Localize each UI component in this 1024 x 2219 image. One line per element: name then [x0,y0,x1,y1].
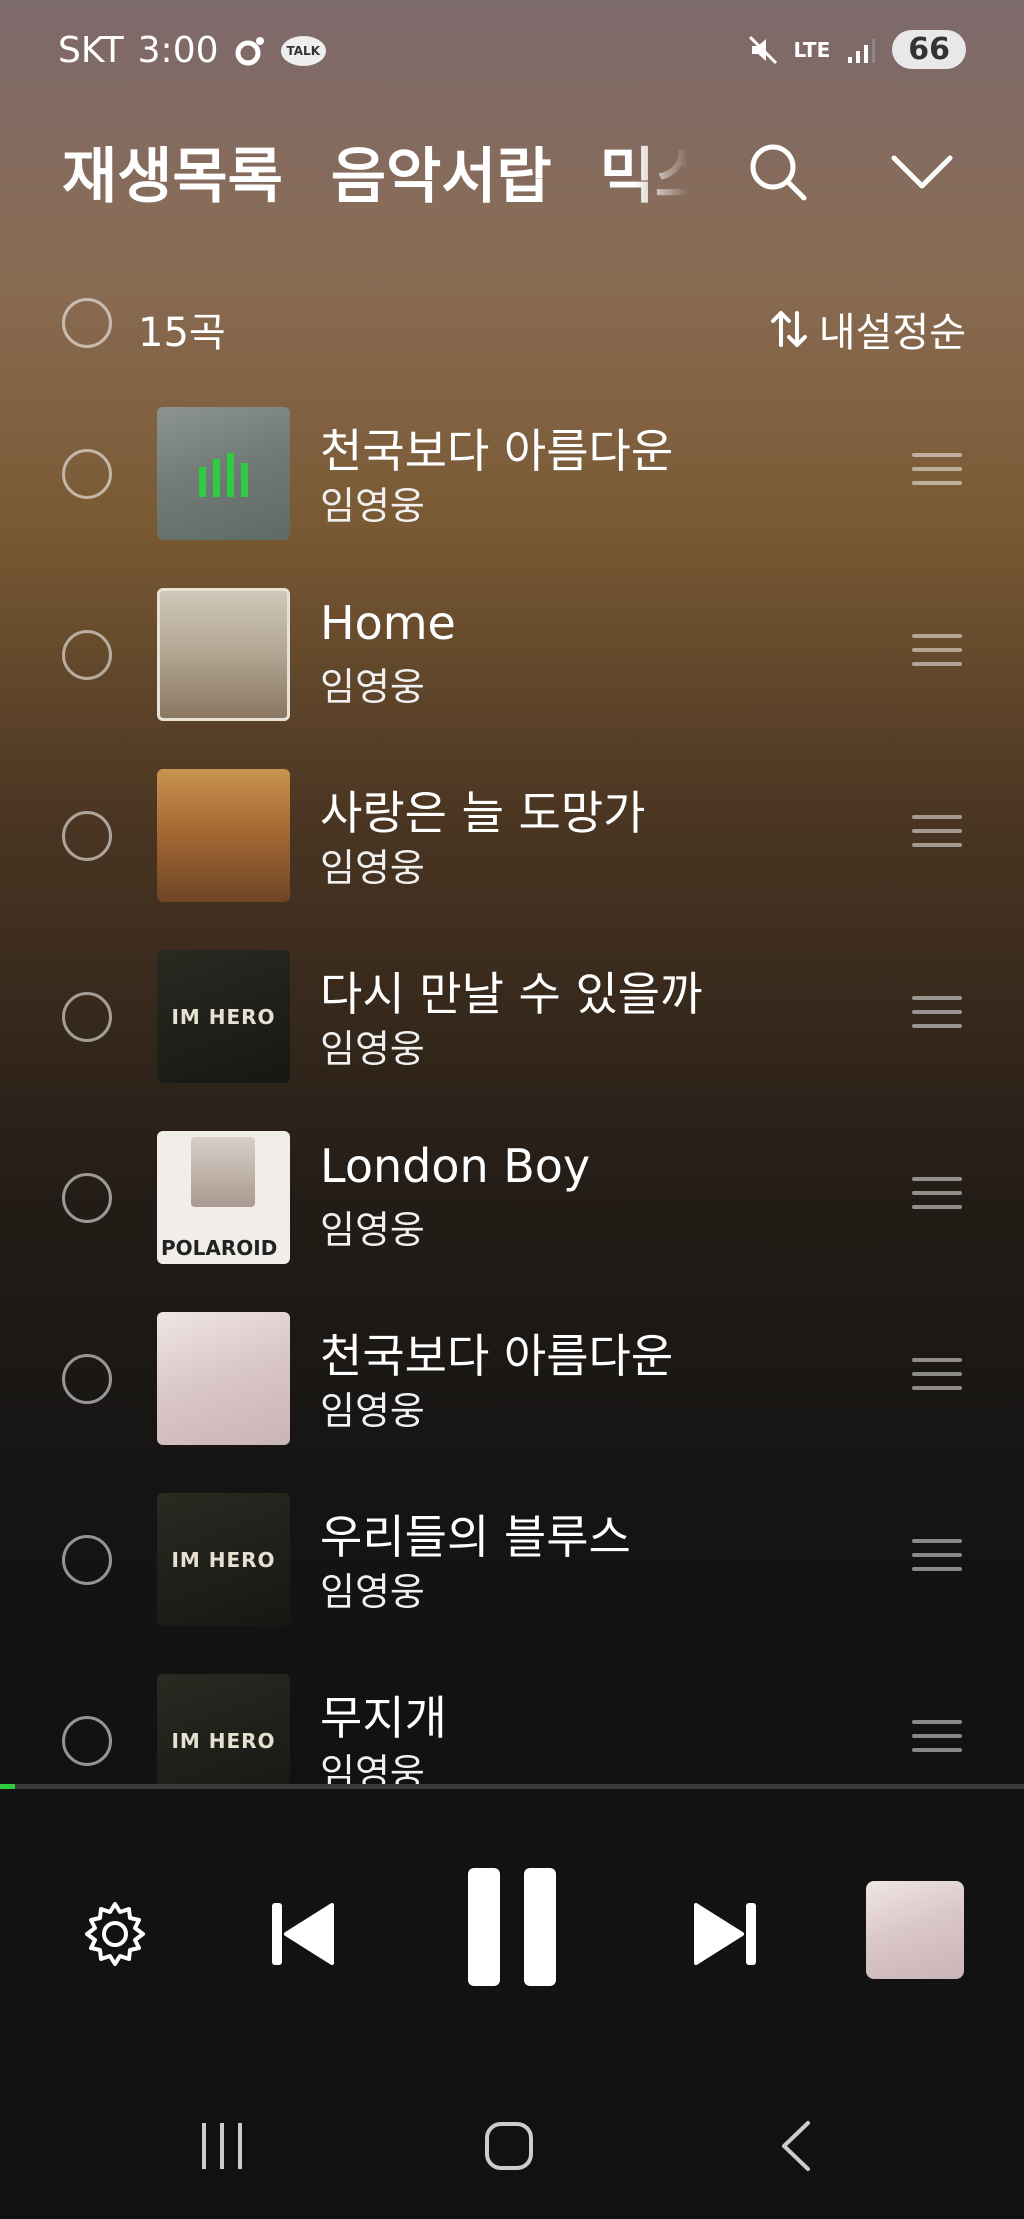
signal-icon [848,38,876,63]
list-item[interactable]: 천국보다 아름다운 임영웅 [0,1310,1024,1491]
pause-icon[interactable] [466,1866,558,1988]
carrier-label: SKT [58,30,124,71]
status-bar: SKT 3:00 TALK LTE 66 [0,0,1024,100]
sort-icon [770,311,807,347]
sort-label: 내설정순 [818,310,966,356]
tab-music-drawer[interactable]: 음악서랍 [331,128,552,215]
song-title: London Boy [320,1139,591,1193]
drag-handle-icon[interactable] [912,996,962,1032]
album-art [157,1312,290,1445]
tab-playlist[interactable]: 재생목록 [62,128,283,215]
drag-handle-icon[interactable] [912,453,962,489]
talk-badge: TALK [280,35,326,66]
album-art: IM HERO [157,1493,290,1626]
song-artist: 임영웅 [320,665,425,709]
player-bar [0,1789,1024,2059]
select-checkbox[interactable] [62,1716,112,1766]
select-all-checkbox[interactable] [62,298,112,348]
drag-handle-icon[interactable] [912,1358,962,1394]
album-art [157,407,290,540]
settings-icon[interactable] [80,1899,150,1969]
album-art: POLAROID [157,1131,290,1264]
song-artist: 임영웅 [320,1389,425,1433]
select-checkbox[interactable] [62,449,112,499]
mute-icon [748,35,777,64]
select-checkbox[interactable] [62,1535,112,1585]
select-checkbox[interactable] [62,992,112,1042]
album-art-text: POLAROID [161,1236,278,1260]
song-title: 사랑은 늘 도망가 [320,786,646,840]
status-right: LTE 66 [748,30,966,69]
list-header: 15곡 내설정순 [0,290,1024,360]
home-icon[interactable] [484,2121,534,2171]
list-item[interactable]: IM HERO 무지개 임영웅 [0,1672,1024,1785]
album-art [157,588,290,721]
album-art [157,769,290,902]
back-icon[interactable] [776,2119,816,2173]
album-art: IM HERO [157,1674,290,1785]
song-artist: 임영웅 [320,846,425,890]
select-checkbox[interactable] [62,811,112,861]
search-icon[interactable] [746,140,810,204]
song-artist: 임영웅 [320,484,425,528]
select-checkbox[interactable] [62,1173,112,1223]
clock: 3:00 [137,30,219,71]
song-title: Home [320,596,456,650]
select-checkbox[interactable] [62,630,112,680]
equalizer-icon [199,453,248,497]
album-art-text: IM HERO [171,1728,276,1753]
drag-handle-icon[interactable] [912,634,962,670]
tab-mix[interactable]: 믹스 [600,128,688,215]
recents-icon[interactable] [198,2121,246,2171]
list-item[interactable]: IM HERO 우리들의 블루스 임영웅 [0,1491,1024,1672]
album-art: IM HERO [157,950,290,1083]
now-playing-album-art[interactable] [866,1881,964,1979]
song-title: 천국보다 아름다운 [320,1329,674,1383]
list-item[interactable]: Home 임영웅 [0,586,1024,767]
song-title: 다시 만날 수 있을까 [320,967,703,1021]
list-item[interactable]: 사랑은 늘 도망가 임영웅 [0,767,1024,948]
song-list: 천국보다 아름다운 임영웅 Home 임영웅 사랑은 늘 도망가 임영웅 IM … [0,405,1024,1785]
app-notification-icon [235,36,264,65]
previous-icon[interactable] [270,1899,336,1969]
system-nav-bar [0,2059,1024,2219]
chevron-down-icon[interactable] [890,140,954,204]
song-artist: 임영웅 [320,1570,425,1614]
album-art-text: IM HERO [171,1004,276,1029]
select-checkbox[interactable] [62,1354,112,1404]
song-title: 우리들의 블루스 [320,1510,631,1564]
tab-bar: 재생목록 음악서랍 믹스 [62,128,688,215]
drag-handle-icon[interactable] [912,1720,962,1756]
drag-handle-icon[interactable] [912,815,962,851]
song-count: 15곡 [138,310,226,356]
battery-indicator: 66 [892,30,966,69]
network-type: LTE [793,37,831,62]
song-artist: 임영웅 [320,1751,425,1785]
status-left: SKT 3:00 TALK [58,30,326,71]
album-art-text: IM HERO [171,1547,276,1572]
list-item[interactable]: IM HERO 다시 만날 수 있을까 임영웅 [0,948,1024,1129]
song-artist: 임영웅 [320,1208,425,1252]
song-title: 천국보다 아름다운 [320,424,674,478]
list-item[interactable]: 천국보다 아름다운 임영웅 [0,405,1024,586]
next-icon[interactable] [692,1899,758,1969]
list-item[interactable]: POLAROID London Boy 임영웅 [0,1129,1024,1310]
drag-handle-icon[interactable] [912,1177,962,1213]
sort-button[interactable]: 내설정순 [769,300,966,358]
drag-handle-icon[interactable] [912,1539,962,1575]
song-title: 무지개 [320,1691,447,1745]
song-artist: 임영웅 [320,1027,425,1071]
